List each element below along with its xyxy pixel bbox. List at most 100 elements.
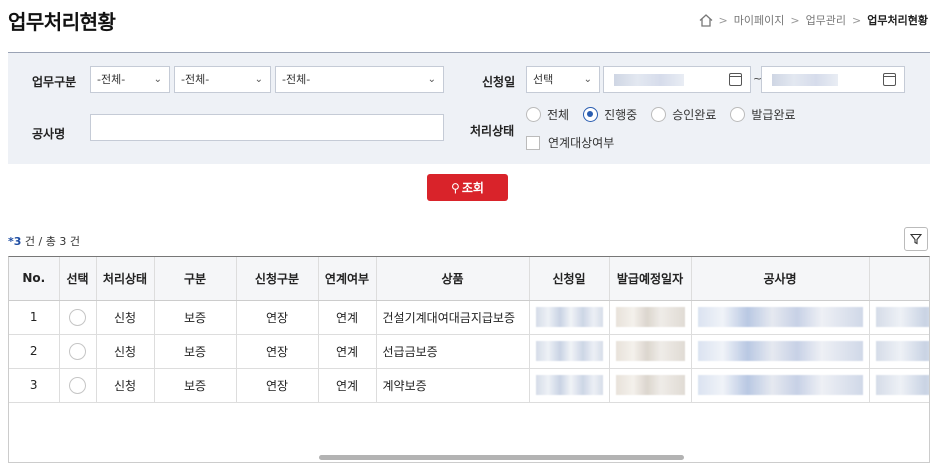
cell-status: 신청 [96, 368, 155, 403]
row-radio-icon[interactable] [69, 342, 86, 360]
masked-value [615, 375, 685, 395]
col-header-product[interactable]: 상품 [376, 257, 530, 301]
link-target-checkbox[interactable]: 연계대상여부 [526, 134, 614, 151]
masked-value [697, 307, 863, 327]
cell-issue-date [609, 300, 692, 335]
cell-apply-date [529, 368, 610, 403]
radio-icon [526, 107, 541, 122]
col-header-issue-date[interactable]: 발급예정일자 [609, 257, 692, 301]
cell-select [59, 300, 97, 335]
col-header-no[interactable]: No. [9, 257, 60, 301]
cell-link: 연계 [318, 300, 377, 335]
cell-apply-date [529, 334, 610, 369]
cell-issue-date [609, 368, 692, 403]
breadcrumb-item[interactable]: 마이페이지 [734, 12, 785, 28]
col-header-apply-type[interactable]: 신청구분 [236, 257, 319, 301]
col-header-type[interactable]: 구분 [154, 257, 237, 301]
start-date-input[interactable] [603, 66, 751, 93]
search-panel: 업무구분 -전체- ⌄ -전체- ⌄ -전체- ⌄ 신청일 선택 ⌄ ~ 공사명… [8, 52, 930, 164]
radio-label: 발급완료 [751, 108, 796, 122]
cell-no: 2 [9, 334, 60, 369]
status-radio-all[interactable]: 전체 [526, 106, 569, 123]
chevron-right-icon: > [852, 13, 862, 27]
chevron-right-icon: > [790, 13, 800, 27]
cell-type: 보증 [154, 300, 237, 335]
cell-no: 3 [9, 368, 60, 403]
chevron-down-icon: ⌄ [153, 74, 162, 85]
cell-product: 건설기계대여대금지급보증 [376, 300, 530, 335]
masked-value [697, 375, 863, 395]
select-value: -전체- [97, 73, 126, 86]
work-type-select-2[interactable]: -전체- ⌄ [174, 66, 271, 93]
cell-type: 보증 [154, 368, 237, 403]
cell-issue-date [609, 334, 692, 369]
cell-apply-type: 연장 [236, 300, 319, 335]
cell-guarantee [869, 334, 929, 369]
search-button-label: 조회 [461, 181, 484, 195]
horizontal-scrollbar[interactable] [319, 455, 684, 460]
project-name-input[interactable] [90, 114, 444, 141]
work-type-select-1[interactable]: -전체- ⌄ [90, 66, 170, 93]
calendar-icon[interactable] [729, 73, 742, 86]
end-date-input[interactable] [761, 66, 905, 93]
cell-link: 연계 [318, 334, 377, 369]
table-row[interactable]: 2 신청 보증 연장 연계 선급금보증 [9, 334, 929, 369]
select-value: -전체- [181, 73, 210, 86]
select-value: -전체- [282, 73, 311, 86]
work-type-label: 업무구분 [32, 75, 77, 89]
col-header-link[interactable]: 연계여부 [318, 257, 377, 301]
cell-apply-type: 연장 [236, 334, 319, 369]
radio-icon [730, 107, 746, 122]
filter-button[interactable] [904, 227, 928, 251]
table-row[interactable]: 3 신청 보증 연장 연계 계약보증 [9, 368, 929, 403]
search-icon: ⚲ [451, 180, 460, 195]
status-radio-in-progress[interactable]: 진행중 [583, 106, 637, 123]
col-header-guarantee[interactable]: 보증 [869, 257, 929, 301]
col-header-apply-date[interactable]: 신청일 [529, 257, 610, 301]
masked-value [615, 341, 685, 361]
search-button[interactable]: ⚲ 조회 [427, 174, 508, 201]
masked-value [875, 341, 929, 361]
chevron-down-icon: ⌄ [254, 74, 263, 85]
masked-value [875, 307, 929, 327]
cell-project-name [691, 368, 870, 403]
chevron-down-icon: ⌄ [427, 74, 436, 85]
radio-checked-icon [583, 107, 599, 122]
masked-value [615, 307, 685, 327]
apply-date-select[interactable]: 선택 ⌄ [526, 66, 600, 93]
cell-apply-date [529, 300, 610, 335]
cell-type: 보증 [154, 334, 237, 369]
apply-date-label: 신청일 [482, 75, 516, 89]
count-suffix: 건 / 총 3 건 [21, 235, 80, 248]
row-radio-icon[interactable] [69, 376, 86, 394]
breadcrumb: > 마이페이지 > 업무관리 > 업무처리현황 [699, 12, 928, 28]
radio-label: 진행중 [604, 108, 638, 122]
filter-icon [910, 233, 922, 245]
radio-label: 승인완료 [672, 108, 717, 122]
breadcrumb-current: 업무처리현황 [867, 14, 928, 27]
home-icon[interactable] [699, 13, 713, 27]
status-label: 처리상태 [470, 124, 515, 138]
row-radio-icon[interactable] [69, 308, 86, 326]
breadcrumb-item[interactable]: 업무관리 [806, 12, 846, 28]
result-count: *3 건 / 총 3 건 [8, 233, 80, 249]
cell-status: 신청 [96, 334, 155, 369]
table-header-row: No. 선택 처리상태 구분 신청구분 연계여부 상품 신청일 발급예정일자 공… [9, 257, 929, 301]
radio-icon [651, 107, 667, 122]
status-radio-approved[interactable]: 승인완료 [651, 106, 716, 123]
status-radio-issued[interactable]: 발급완료 [730, 106, 796, 123]
col-header-project-name[interactable]: 공사명 [691, 257, 870, 301]
masked-value [875, 375, 929, 395]
cell-project-name [691, 300, 870, 335]
masked-value [535, 341, 603, 361]
cell-link: 연계 [318, 368, 377, 403]
cell-select [59, 334, 97, 369]
work-type-select-3[interactable]: -전체- ⌄ [275, 66, 444, 93]
cell-product: 계약보증 [376, 368, 530, 403]
table-row[interactable]: 1 신청 보증 연장 연계 건설기계대여대금지급보증 [9, 300, 929, 335]
col-header-select[interactable]: 선택 [59, 257, 97, 301]
status-radio-group: 전체 진행중 승인완료 발급완료 [526, 106, 810, 123]
calendar-icon[interactable] [883, 73, 896, 86]
col-header-status[interactable]: 처리상태 [96, 257, 155, 301]
cell-guarantee [869, 300, 929, 335]
